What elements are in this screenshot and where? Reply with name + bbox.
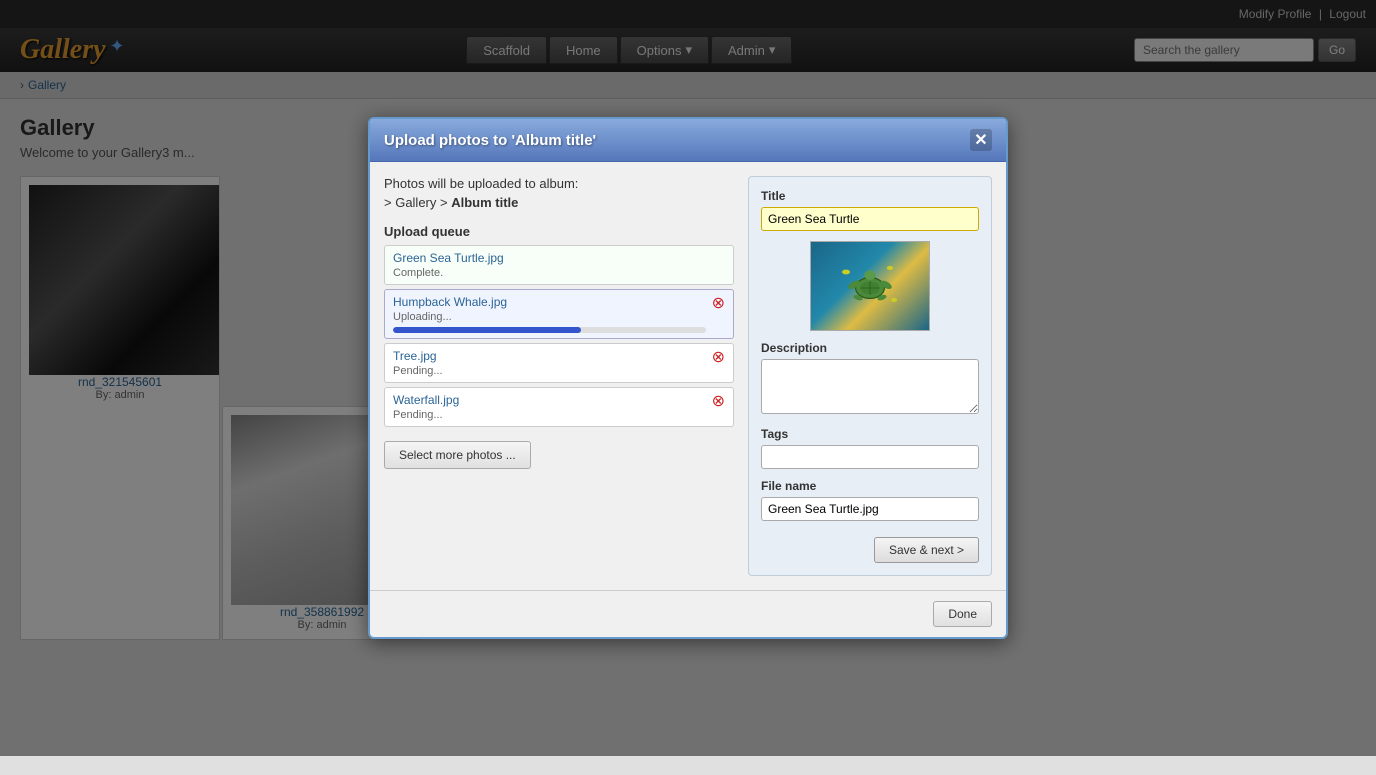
queue-item-2-progress-container <box>393 327 706 333</box>
queue-item-2-remove[interactable]: ⊗ <box>712 296 725 312</box>
queue-item-1-status: Complete. <box>393 267 725 279</box>
tags-field-input[interactable] <box>761 445 979 469</box>
queue-item-4-name: Waterfall.jpg <box>393 393 706 407</box>
title-field-input[interactable] <box>761 207 979 231</box>
dialog-title: Upload photos to 'Album title' <box>384 132 596 149</box>
queue-item-3-remove[interactable]: ⊗ <box>712 350 725 366</box>
title-field-label: Title <box>761 189 979 203</box>
overlay-backdrop: Upload photos to 'Album title' ✕ Photos … <box>0 0 1376 756</box>
dialog-right-panel: Title <box>748 176 992 576</box>
queue-item-1: Green Sea Turtle.jpg Complete. <box>384 245 734 285</box>
tags-field-label: Tags <box>761 427 979 441</box>
queue-item-4-remove[interactable]: ⊗ <box>712 394 725 410</box>
photo-preview <box>810 241 930 331</box>
queue-item-3: Tree.jpg Pending... ⊗ <box>384 343 734 383</box>
queue-item-2-name: Humpback Whale.jpg <box>393 295 706 309</box>
filename-field-label: File name <box>761 479 979 493</box>
queue-item-4: Waterfall.jpg Pending... ⊗ <box>384 387 734 427</box>
upload-path: > Gallery > Album title <box>384 195 734 210</box>
turtle-svg <box>830 256 910 316</box>
queue-item-2-status: Uploading... <box>393 311 706 323</box>
queue-item-4-status: Pending... <box>393 409 706 421</box>
description-field-label: Description <box>761 341 979 355</box>
dialog-footer: Done <box>370 590 1006 637</box>
select-more-button[interactable]: Select more photos ... <box>384 441 531 469</box>
photo-preview-inner <box>811 242 929 330</box>
upload-to-label: Photos will be uploaded to album: <box>384 176 734 191</box>
queue-item-1-info: Green Sea Turtle.jpg Complete. <box>393 251 725 279</box>
dialog-header: Upload photos to 'Album title' ✕ <box>370 119 1006 162</box>
dialog-left-panel: Photos will be uploaded to album: > Gall… <box>384 176 734 576</box>
filename-field-input[interactable] <box>761 497 979 521</box>
upload-dialog: Upload photos to 'Album title' ✕ Photos … <box>368 117 1008 639</box>
album-name: Album title <box>451 195 518 210</box>
queue-item-1-name: Green Sea Turtle.jpg <box>393 251 725 265</box>
description-field-textarea[interactable] <box>761 359 979 414</box>
upload-queue-label: Upload queue <box>384 224 734 239</box>
queue-item-2: Humpback Whale.jpg Uploading... ⊗ <box>384 289 734 339</box>
save-next-button[interactable]: Save & next > <box>874 537 979 563</box>
dialog-close-button[interactable]: ✕ <box>970 129 992 151</box>
dialog-body: Photos will be uploaded to album: > Gall… <box>370 162 1006 590</box>
done-button[interactable]: Done <box>933 601 992 627</box>
queue-item-3-name: Tree.jpg <box>393 349 706 363</box>
queue-item-3-status: Pending... <box>393 365 706 377</box>
queue-item-2-info: Humpback Whale.jpg Uploading... <box>393 295 706 333</box>
queue-item-2-progress-bar <box>393 327 581 333</box>
queue-item-3-info: Tree.jpg Pending... <box>393 349 706 377</box>
queue-item-4-info: Waterfall.jpg Pending... <box>393 393 706 421</box>
